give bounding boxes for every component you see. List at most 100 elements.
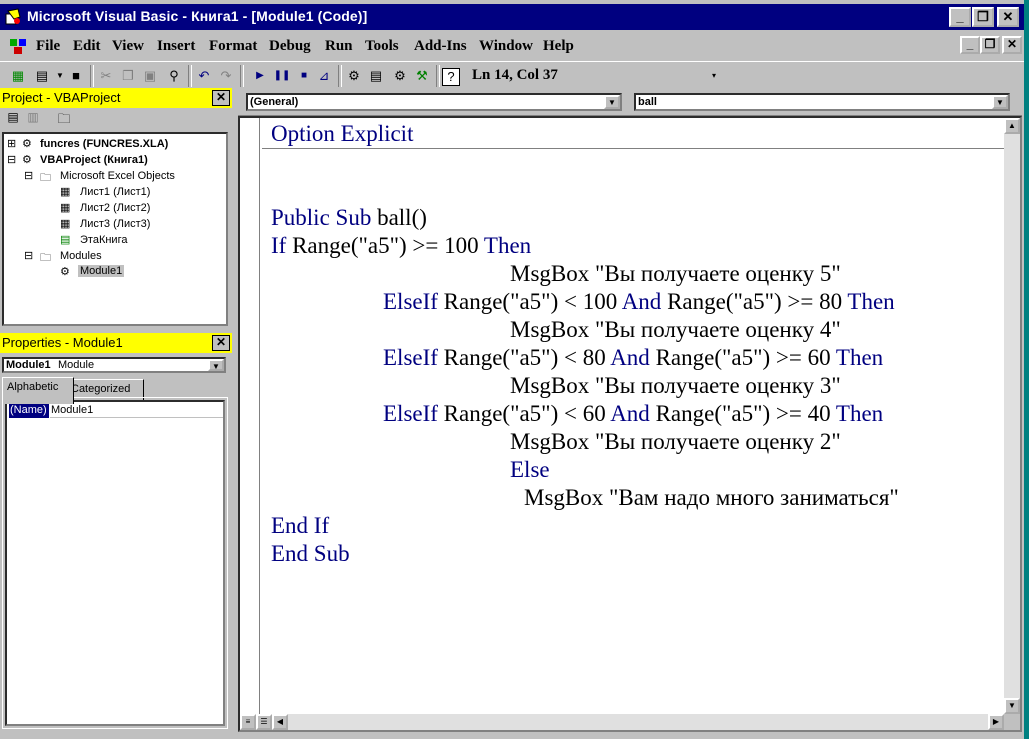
object-select[interactable]: Module1 Module ▼ xyxy=(2,357,226,373)
folder-icon: 🗀 xyxy=(40,252,51,264)
procedure-combo[interactable]: ball ▼ xyxy=(634,93,1010,111)
insert-module-icon[interactable]: ▤ xyxy=(32,66,52,86)
scroll-down-icon[interactable]: ▼ xyxy=(1004,698,1020,714)
tree-node-module1[interactable]: Module1 xyxy=(78,265,125,277)
tree-node-funcres[interactable]: funcres (FUNCRES.XLA) xyxy=(40,138,168,150)
vbe-window: Microsoft Visual Basic - Книга1 - [Modul… xyxy=(0,0,1024,739)
properties-pane-title: Properties - Module1 xyxy=(2,335,123,350)
menu-add-ins[interactable]: Add-Ins xyxy=(414,38,467,55)
project-pane-close-icon[interactable]: ✕ xyxy=(212,90,230,106)
code-text: Range("a5") < 80 xyxy=(437,345,611,370)
cut-icon[interactable]: ✂ xyxy=(96,66,116,86)
view-object-icon[interactable]: ▥ xyxy=(24,110,42,126)
folder-icon: 🗀 xyxy=(40,172,51,184)
code-editor[interactable]: Option Explicit Public Sub ball() If Rang… xyxy=(238,116,1022,732)
window-title: Microsoft Visual Basic - Книга1 - [Modul… xyxy=(27,8,368,24)
menu-help[interactable]: Help xyxy=(543,38,574,55)
tree-collapse-modules-icon[interactable]: ⊟ xyxy=(24,249,33,262)
redo-icon[interactable]: ↷ xyxy=(216,66,236,86)
copy-icon[interactable]: ❐ xyxy=(118,66,138,86)
scroll-right-icon[interactable]: ▶ xyxy=(988,714,1004,730)
dropdown-arrow-icon[interactable]: ▼ xyxy=(604,95,620,109)
worksheet-icon: ▦ xyxy=(60,218,71,230)
code-text: MsgBox "Вы получаете оценку 4" xyxy=(510,317,841,342)
undo-icon[interactable]: ↶ xyxy=(194,66,214,86)
properties-pane-close-icon[interactable]: ✕ xyxy=(212,335,230,351)
code-keyword: End If xyxy=(271,513,330,538)
mdi-close-button[interactable]: ✕ xyxy=(1002,36,1022,54)
paste-icon[interactable]: ▣ xyxy=(140,66,160,86)
full-module-view-icon[interactable]: ☰ xyxy=(256,714,272,730)
menu-view[interactable]: View xyxy=(112,38,144,55)
code-keyword: Public Sub xyxy=(271,205,372,230)
tree-node-vbaproject[interactable]: VBAProject (Книга1) xyxy=(40,154,148,166)
scroll-up-icon[interactable]: ▲ xyxy=(1004,118,1020,134)
code-text: MsgBox "Вы получаете оценку 5" xyxy=(510,261,841,286)
code-line: End If xyxy=(271,513,329,539)
vb-app-icon[interactable] xyxy=(4,8,22,26)
tree-node-sheet2[interactable]: Лист2 (Лист2) xyxy=(80,202,150,214)
project-explorer-icon[interactable]: ⚙ xyxy=(344,66,364,86)
find-icon[interactable]: ⚲ xyxy=(164,66,184,86)
help-icon[interactable]: ? xyxy=(442,68,460,86)
code-line: MsgBox "Вы получаете оценку 3" xyxy=(510,373,841,399)
tree-node-thisbook[interactable]: ЭтаКнига xyxy=(80,234,127,246)
dropdown-arrow-icon[interactable]: ▼ xyxy=(208,359,224,371)
project-pane: Project - VBAProject ✕ ▤ ▥ 🗀 ⊞ ⚙ funcres… xyxy=(0,88,232,328)
project-icon: ⚙ xyxy=(22,138,32,150)
tree-node-sheet3[interactable]: Лист3 (Лист3) xyxy=(80,218,150,230)
tree-node-sheet1[interactable]: Лист1 (Лист1) xyxy=(80,186,150,198)
menu-edit[interactable]: Edit xyxy=(73,38,101,55)
menu-debug[interactable]: Debug xyxy=(269,38,311,55)
vb-menu-icon[interactable] xyxy=(8,36,30,56)
tree-collapse-objects-icon[interactable]: ⊟ xyxy=(24,169,33,182)
dropdown-arrow-icon[interactable]: ▼ xyxy=(992,95,1008,109)
object-combo[interactable]: (General) ▼ xyxy=(246,93,622,111)
reset-icon[interactable]: ■ xyxy=(294,66,314,86)
close-button[interactable]: ✕ xyxy=(997,7,1019,27)
code-window: (General) ▼ ball ▼ Option Explicit Publi… xyxy=(236,88,1024,733)
run-icon[interactable]: ▶ xyxy=(250,66,270,86)
toolbar-options-icon[interactable]: ▾ xyxy=(704,66,724,86)
menu-tools[interactable]: Tools xyxy=(365,38,399,55)
tab-alphabetic[interactable]: Alphabetic xyxy=(2,377,74,404)
view-code-icon[interactable]: ▤ xyxy=(4,110,22,126)
code-keyword: Then xyxy=(835,401,884,426)
code-line: MsgBox "Вам надо много заниматься" xyxy=(524,485,899,511)
mdi-restore-button[interactable]: ❐ xyxy=(980,36,1000,54)
code-keyword: ElseIf xyxy=(383,345,438,370)
break-icon[interactable]: ❚❚ xyxy=(272,66,292,86)
menu-file[interactable]: File xyxy=(36,38,60,55)
tree-expand-funcres-icon[interactable]: ⊞ xyxy=(7,137,16,150)
menu-format[interactable]: Format xyxy=(209,38,257,55)
restore-button[interactable]: ❐ xyxy=(972,7,994,27)
code-line: ElseIf Range("a5") < 100 And Range("a5")… xyxy=(383,289,895,315)
vertical-scrollbar[interactable]: ▲ ▼ xyxy=(1004,118,1020,714)
menu-run[interactable]: Run xyxy=(325,38,353,55)
property-name-cell[interactable]: (Name) xyxy=(9,404,49,418)
project-pane-title: Project - VBAProject xyxy=(2,90,121,105)
tree-node-modules[interactable]: Modules xyxy=(60,250,102,262)
minimize-button[interactable]: _ xyxy=(949,7,971,27)
toggle-folders-icon[interactable]: 🗀 xyxy=(54,110,74,126)
menu-window[interactable]: Window xyxy=(479,38,533,55)
save-icon[interactable]: ■ xyxy=(66,66,86,86)
tree-node-excel-objects[interactable]: Microsoft Excel Objects xyxy=(60,170,175,182)
toolbar-separator xyxy=(188,65,192,87)
tree-collapse-vbaproject-icon[interactable]: ⊟ xyxy=(7,153,16,166)
properties-window-icon[interactable]: ▤ xyxy=(366,66,386,86)
object-browser-icon[interactable]: ⚙ xyxy=(390,66,410,86)
scroll-left-icon[interactable]: ◀ xyxy=(272,714,288,730)
object-select-type: Module xyxy=(58,359,95,371)
view-excel-icon[interactable]: ▦ xyxy=(8,66,28,86)
horizontal-scrollbar[interactable]: ◀ ▶ xyxy=(272,714,1004,730)
mdi-minimize-button[interactable]: _ xyxy=(960,36,980,54)
margin-indicator-bar[interactable] xyxy=(240,118,260,714)
code-line: ElseIf Range("a5") < 80 And Range("a5") … xyxy=(383,345,883,371)
property-value-cell[interactable]: Module1 xyxy=(50,404,223,418)
design-mode-icon[interactable]: ⊿ xyxy=(314,66,334,86)
toolbox-icon[interactable]: ⚒ xyxy=(412,66,432,86)
procedure-view-icon[interactable]: ≡ xyxy=(240,714,256,730)
menu-insert[interactable]: Insert xyxy=(157,38,195,55)
properties-tab-body: (Name) Module1 xyxy=(2,397,228,729)
